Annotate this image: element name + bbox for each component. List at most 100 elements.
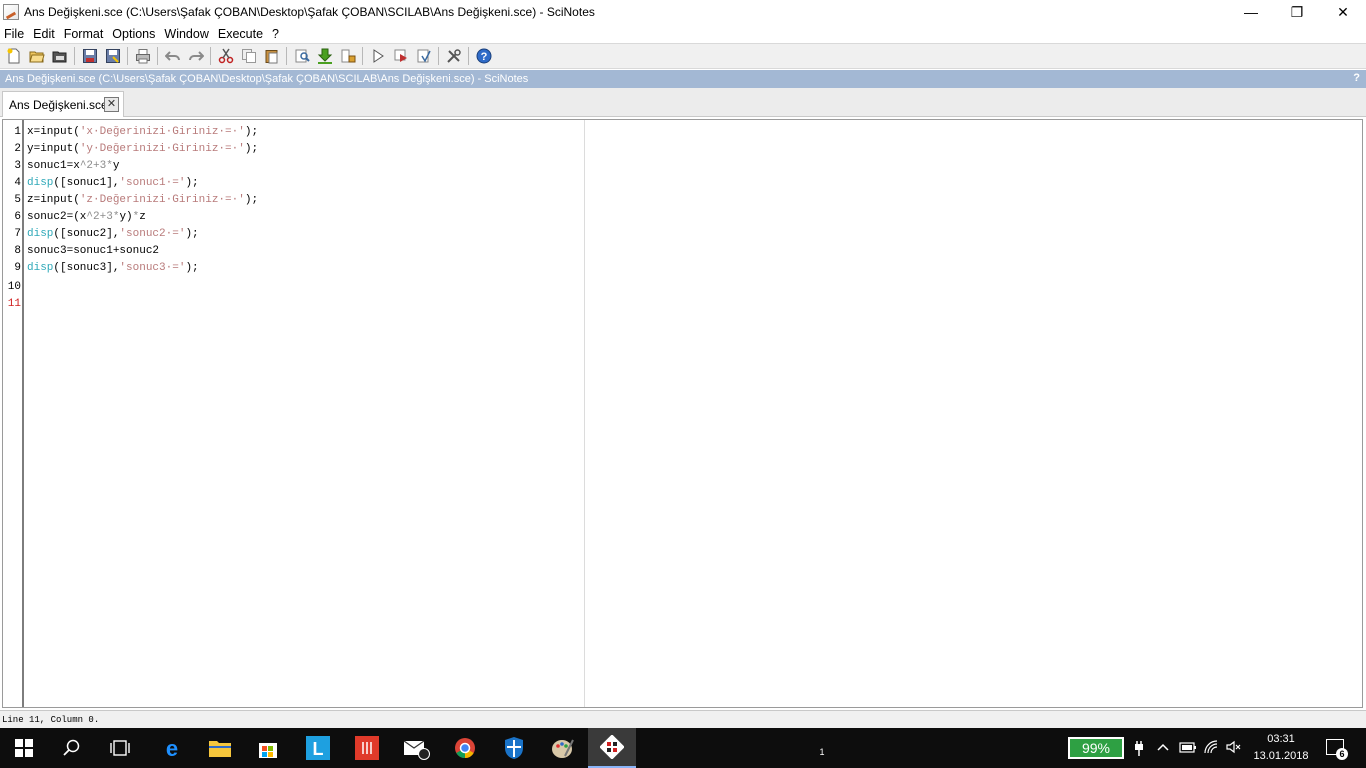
toolbar-separator xyxy=(157,47,158,65)
find-replace-button[interactable] xyxy=(290,45,313,67)
menu-help[interactable]: ? xyxy=(272,27,279,41)
code-line[interactable]: disp([sonuc2],'sonuc2·='); xyxy=(27,228,199,245)
code-token: x=input( xyxy=(27,126,80,138)
line-number: 3 xyxy=(14,160,21,172)
menu-file[interactable]: File xyxy=(4,27,24,41)
taskbar-defender[interactable] xyxy=(490,728,538,768)
tab-ans-degiskeni[interactable]: Ans Değişkeni.sce ✕ xyxy=(2,91,124,117)
open-file-button[interactable] xyxy=(25,45,48,67)
minimize-icon: — xyxy=(1244,4,1258,20)
code-line[interactable]: sonuc3=sonuc1+sonuc2 xyxy=(27,245,159,262)
code-line[interactable]: x=input('x·Değerinizi·Giriniz·=·'); xyxy=(27,126,258,143)
svg-text:e: e xyxy=(166,737,178,759)
execute-until-caret-button[interactable] xyxy=(389,45,412,67)
clock-date: 13.01.2018 xyxy=(1253,750,1309,762)
tab-bar: Ans Değişkeni.sce ✕ xyxy=(0,88,1366,117)
copy-button[interactable] xyxy=(237,45,260,67)
redo-icon xyxy=(188,51,204,61)
paste-icon xyxy=(265,50,277,64)
battery-icon[interactable] xyxy=(1179,740,1196,756)
taskbar-chrome[interactable] xyxy=(441,728,489,768)
code-token: 'x·Değerinizi·Giriniz·=·' xyxy=(79,126,245,138)
edge-marker-line xyxy=(584,120,585,707)
code-token: ); xyxy=(185,228,199,240)
window-title: Ans Değişkeni.sce (C:\Users\Şafak ÇOBAN\… xyxy=(24,5,595,19)
taskbar-l-app[interactable]: L xyxy=(294,728,342,768)
execute-button[interactable] xyxy=(366,45,389,67)
code-line[interactable]: disp([sonuc1],'sonuc1·='); xyxy=(27,177,199,194)
open-folder-button[interactable] xyxy=(48,45,71,67)
undo-button[interactable] xyxy=(161,45,184,67)
mail-icon xyxy=(403,740,430,760)
code-line[interactable]: z=input('z·Değerinizi·Giriniz·=·'); xyxy=(27,194,258,211)
start-button[interactable] xyxy=(0,728,48,768)
open-folder-icon xyxy=(52,51,66,63)
file-explorer-icon xyxy=(209,741,231,757)
redo-button[interactable] xyxy=(184,45,207,67)
restore-button[interactable]: ❐ xyxy=(1274,0,1320,24)
find-replace-icon xyxy=(295,49,310,63)
tab-close-button[interactable]: ✕ xyxy=(104,97,119,112)
close-button[interactable]: ✕ xyxy=(1320,0,1366,24)
task-view-button[interactable] xyxy=(96,728,144,768)
line-number-gutter: 1 2 3 4 5 6 7 8 9 10 11 xyxy=(3,120,24,707)
execute-file-icon xyxy=(341,49,355,63)
minimize-button[interactable]: — xyxy=(1228,0,1274,24)
code-token: ); xyxy=(244,194,259,206)
menu-execute[interactable]: Execute xyxy=(218,27,263,41)
taskbar-mail[interactable]: 1 xyxy=(392,728,825,768)
power-plug-icon[interactable] xyxy=(1131,740,1147,756)
taskbar-paint[interactable] xyxy=(539,728,587,768)
code-token: ); xyxy=(244,143,259,155)
document-header: Ans Değişkeni.sce (C:\Users\Şafak ÇOBAN\… xyxy=(0,70,1366,88)
volume-muted-icon[interactable] xyxy=(1226,740,1242,756)
wifi-icon[interactable] xyxy=(1204,740,1220,756)
code-editor[interactable]: 1 2 3 4 5 6 7 8 9 10 11 x=input('x·Değerinizi·Giri… xyxy=(2,119,1363,708)
menu-format[interactable]: Format xyxy=(64,27,104,41)
code-line[interactable]: sonuc2=(x^2+3*y)*z xyxy=(27,211,146,228)
chevron-up-icon[interactable] xyxy=(1155,740,1171,756)
line-number: 9 xyxy=(14,262,21,274)
menu-window[interactable]: Window xyxy=(164,27,208,41)
execute-icon xyxy=(373,49,384,63)
print-button[interactable] xyxy=(131,45,154,67)
paste-button[interactable] xyxy=(260,45,283,67)
execute-selection-button[interactable] xyxy=(412,45,435,67)
shield-icon xyxy=(505,737,523,759)
code-line[interactable]: sonuc1=x^2+3*y xyxy=(27,160,119,177)
code-line[interactable]: y=input('y·Değerinizi·Giriniz·=·'); xyxy=(27,143,258,160)
toolbar-separator xyxy=(286,47,287,65)
help-button[interactable]: ? xyxy=(472,45,495,67)
cut-button[interactable] xyxy=(214,45,237,67)
code-token: 'sonuc3·=' xyxy=(119,262,186,274)
load-into-scilab-button[interactable] xyxy=(313,45,336,67)
save-as-button[interactable] xyxy=(101,45,124,67)
taskbar-scilab[interactable] xyxy=(588,728,636,768)
taskbar-edge[interactable]: e xyxy=(148,728,196,768)
battery-indicator[interactable]: 99% xyxy=(1068,737,1124,759)
menu-options[interactable]: Options xyxy=(112,27,155,41)
taskbar-red-app[interactable] xyxy=(343,728,391,768)
taskbar-store[interactable] xyxy=(244,728,292,768)
code-token: 'sonuc1·=' xyxy=(119,177,186,189)
menu-edit[interactable]: Edit xyxy=(33,27,55,41)
save-button[interactable] xyxy=(78,45,101,67)
code-area[interactable]: x=input('x·Değerinizi·Giriniz·=·'); y=inp… xyxy=(27,120,1362,707)
tools-button[interactable] xyxy=(442,45,465,67)
taskbar-file-explorer[interactable] xyxy=(196,728,244,768)
toolbar-separator xyxy=(127,47,128,65)
toolbar-separator xyxy=(468,47,469,65)
chrome-icon xyxy=(455,738,475,759)
scinotes-app-icon xyxy=(3,4,19,20)
line-number: 11 xyxy=(7,298,21,310)
code-line[interactable]: disp([sonuc3],'sonuc3·='); xyxy=(27,262,199,279)
header-help-button[interactable]: ? xyxy=(1353,72,1360,84)
execute-until-caret-icon xyxy=(394,49,407,62)
code-token: sonuc2=(x xyxy=(27,211,87,223)
notification-count: 6 xyxy=(1336,748,1348,760)
l-app-icon: L xyxy=(306,736,330,760)
search-button[interactable] xyxy=(48,728,96,768)
new-file-button[interactable] xyxy=(2,45,25,67)
clock[interactable]: 03:31 13.01.2018 xyxy=(1248,731,1314,765)
execute-file-button[interactable] xyxy=(336,45,359,67)
